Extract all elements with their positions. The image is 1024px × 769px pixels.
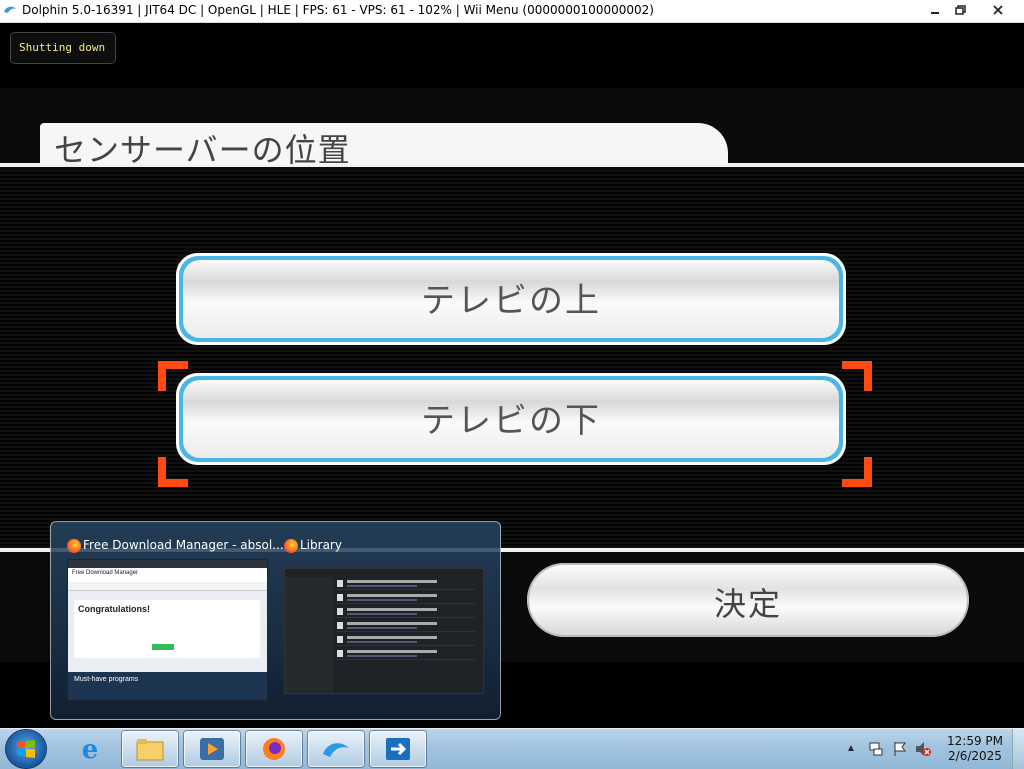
list-item [337, 579, 475, 590]
programs-heading: Must-have programs [74, 676, 139, 683]
page-header: Free Download Manager [68, 568, 267, 582]
taskbar-thumbnail-popup: Free Download Manager - absol... Free Do… [50, 521, 501, 720]
library-sidebar [285, 577, 333, 693]
firefox-icon [263, 738, 285, 760]
selection-corner [158, 361, 188, 391]
close-button[interactable] [980, 0, 1016, 20]
browser-tab-strip [68, 560, 267, 568]
taskbar-internet-explorer[interactable]: e [62, 731, 118, 767]
taskbar-media-center[interactable] [184, 731, 240, 767]
free-download-manager-icon [386, 738, 410, 760]
list-item [337, 593, 475, 604]
window-title-bar[interactable]: Dolphin 5.0-16391 | JIT64 DC | OpenGL | … [0, 0, 1024, 23]
action-center-flag-icon[interactable] [892, 741, 908, 757]
selection-corner [842, 361, 872, 391]
sensor-bar-header: センサーバーの位置 [40, 123, 728, 169]
clock-date: 2/6/2025 [948, 749, 1002, 763]
selection-corner [158, 457, 188, 487]
minimize-icon [931, 12, 939, 14]
confirm-label: 決定 [713, 585, 782, 623]
thumbnail-caption: Library [300, 538, 342, 552]
above-tv-button[interactable]: テレビの上 [176, 253, 846, 345]
media-center-icon [200, 738, 224, 760]
show-desktop-button[interactable] [1012, 729, 1024, 769]
window-title: Dolphin 5.0-16391 | JIT64 DC | OpenGL | … [22, 3, 654, 17]
maximize-button[interactable] [946, 0, 976, 20]
windows-start-icon [17, 740, 35, 758]
header-title: センサーバーの位置 [54, 131, 351, 169]
firefox-icon [284, 539, 298, 553]
close-icon [993, 5, 1003, 15]
dolphin-app-icon [4, 6, 16, 13]
clock-time: 12:59 PM [947, 734, 1003, 748]
below-tv-label: テレビの下 [421, 401, 601, 441]
network-icon[interactable] [868, 741, 884, 757]
volume-muted-icon[interactable] [914, 741, 932, 757]
file-explorer-icon [136, 739, 164, 761]
congrats-card: Congratulations! [74, 600, 260, 658]
dolphin-icon [323, 743, 349, 757]
list-item [337, 607, 475, 618]
list-item [337, 621, 475, 632]
below-tv-button[interactable]: テレビの下 [176, 373, 846, 465]
thumbnail-preview[interactable] [284, 568, 484, 694]
osd-text: Shutting down [19, 41, 106, 54]
taskbar-dolphin[interactable] [308, 731, 364, 767]
maximize-icon [955, 5, 966, 15]
subscribe-button [152, 644, 174, 650]
congrats-heading: Congratulations! [78, 604, 150, 614]
programs-section: Must-have programs [68, 672, 267, 700]
show-hidden-icons-icon[interactable]: ▲ [846, 743, 856, 754]
taskbar: e ▲ 12:59 PM 2/6/2025 [0, 728, 1024, 769]
start-button[interactable] [6, 730, 46, 768]
selection-corner [842, 457, 872, 487]
osd-message: Shutting down [10, 32, 116, 64]
internet-explorer-icon: e [82, 736, 99, 762]
taskbar-free-download-manager[interactable] [370, 731, 426, 767]
page-nav [68, 582, 267, 591]
firefox-icon [67, 539, 81, 553]
confirm-button[interactable]: 決定 [527, 563, 969, 637]
svg-text:e: e [82, 736, 99, 762]
taskbar-firefox[interactable] [246, 731, 302, 767]
thumbnail-preview[interactable]: Free Download Manager Congratulations! M… [67, 559, 268, 701]
list-item [337, 635, 475, 646]
taskbar-file-explorer[interactable] [122, 731, 178, 767]
striped-background [0, 170, 1024, 550]
taskbar-clock[interactable]: 12:59 PM 2/6/2025 [945, 734, 1005, 764]
thumbnail-caption: Free Download Manager - absol... [83, 538, 284, 552]
list-item [337, 649, 475, 660]
above-tv-label: テレビの上 [421, 281, 601, 321]
